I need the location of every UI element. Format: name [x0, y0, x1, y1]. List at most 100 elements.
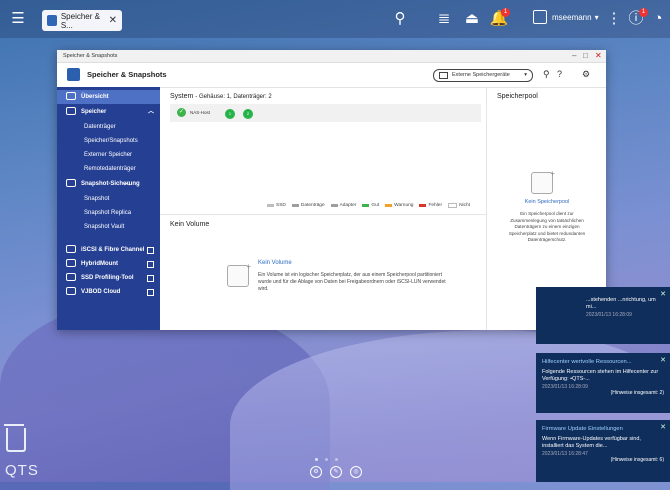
gear-icon[interactable]: ⚙: [582, 69, 590, 80]
notification-badge: 1: [501, 8, 510, 17]
sidebar-item-label: Übersicht: [81, 94, 109, 100]
user-menu[interactable]: mseemann ▾: [533, 10, 599, 24]
legend-item: Nicht: [448, 203, 470, 208]
sidebar-item-ssd-profiling[interactable]: SSD Profiling-Tool: [57, 271, 160, 285]
notification-body: Folgende Ressourcen stehen im Hilfecente…: [542, 369, 659, 382]
disk-bay[interactable]: 1: [225, 109, 235, 119]
ssd-icon: [66, 273, 76, 282]
legend-item: Gut: [362, 203, 379, 208]
legend-swatch: [362, 204, 370, 207]
external-link-icon: [147, 261, 154, 268]
globe-icon[interactable]: ◎: [350, 466, 362, 478]
legend-label: Fehler: [428, 203, 443, 208]
external-drive-icon: [439, 72, 448, 79]
page-dot[interactable]: [335, 458, 338, 461]
sidebar-item-overview[interactable]: Übersicht: [57, 90, 160, 104]
sidebar-item-label: VJBOD Cloud: [81, 289, 121, 295]
sidebar-item-snapshot[interactable]: Snapshot: [57, 192, 160, 206]
legend-swatch: [419, 204, 427, 207]
trash-icon[interactable]: [4, 424, 26, 452]
page-dot[interactable]: [315, 458, 318, 461]
close-icon[interactable]: ✕: [660, 423, 666, 431]
add-pool-icon[interactable]: +: [531, 169, 555, 194]
sidebar-item-label: SSD Profiling-Tool: [81, 275, 134, 281]
chevron-down-icon: ▾: [594, 12, 599, 22]
iscsi-icon: [66, 245, 76, 254]
chevron-down-icon: ▾: [524, 72, 527, 78]
close-icon[interactable]: ✕: [109, 15, 117, 26]
page-dot[interactable]: [325, 458, 328, 461]
sidebar-item-snapshot-vault[interactable]: Snapshot Vault: [57, 220, 160, 234]
sidebar-item-iscsi[interactable]: iSCSI & Fibre Channel: [57, 243, 160, 257]
external-storage-button[interactable]: Externe Speichergeräte ▾: [433, 69, 533, 82]
legend-swatch: [385, 204, 393, 207]
no-pool-description: Ein Speicherpool dient zur Zusammenlegun…: [508, 211, 586, 242]
sidebar: Übersicht Speicher ︿ Datenträger Speiche…: [57, 87, 160, 330]
app-tab[interactable]: Speicher & S... ✕: [42, 10, 122, 31]
notification-body: Wenn Firmware-Updates verfügbar sind, in…: [542, 436, 641, 449]
external-link-icon: [147, 289, 154, 296]
close-icon[interactable]: ✕: [595, 50, 602, 62]
legend-label: Gut: [371, 203, 380, 208]
sidebar-item-storage-snapshots[interactable]: Speicher/Snapshots: [57, 134, 160, 148]
system-subtitle: - Gehäuse: 1, Datenträger: 2: [195, 94, 272, 100]
sidebar-item-disks[interactable]: Datenträger: [57, 120, 160, 134]
external-device-icon[interactable]: ⏏: [462, 9, 482, 29]
nas-host-label: NAS-Host: [190, 110, 211, 115]
top-bar: ☰ Speicher & S... ✕ ⚲ ≣ ⏏ 🔔 1 mseemann ▾…: [0, 0, 670, 38]
help-icon[interactable]: ?: [557, 69, 562, 79]
add-volume-icon[interactable]: +: [227, 262, 251, 287]
volume-section-title: Kein Volume: [170, 221, 210, 228]
legend-swatch: [330, 204, 338, 207]
maximize-icon[interactable]: □: [583, 50, 588, 62]
notification-count: (Hinweise insgesamt: 2): [610, 390, 664, 396]
overview-icon: [66, 92, 76, 101]
legend-swatch: [448, 203, 458, 208]
dashboard-icon[interactable]: ◔: [648, 9, 668, 29]
snapshot-icon: [66, 179, 76, 188]
legend-swatch: [291, 204, 299, 207]
sidebar-item-external-storage[interactable]: Externer Speicher: [57, 148, 160, 162]
sidebar-item-snapshot-backup[interactable]: Snapshot-Sicherung ︿: [57, 177, 160, 191]
tools-icon[interactable]: ✎: [330, 466, 342, 478]
notification-time: 2023/01/13 16:28:09: [586, 312, 632, 318]
sidebar-item-hybridmount[interactable]: HybridMount: [57, 257, 160, 271]
sidebar-item-label: HybridMount: [81, 261, 118, 267]
external-link-icon: [147, 247, 154, 254]
background-tasks-icon[interactable]: ≣: [434, 9, 454, 29]
qts-logo: QTS: [5, 462, 39, 479]
legend-swatch: [267, 204, 274, 207]
main-panel: System - Gehäuse: 1, Datenträger: 2 ✓ NA…: [160, 87, 486, 330]
cloud-icon: [66, 287, 76, 296]
notification-card[interactable]: ✕ Hilfecenter wertvolle Ressourcen... Fo…: [536, 353, 670, 413]
sidebar-item-storage[interactable]: Speicher ︿: [57, 105, 160, 119]
no-pool-title: Kein Speicherpool: [524, 199, 570, 205]
sidebar-item-snapshot-replica[interactable]: Snapshot Replica: [57, 206, 160, 220]
nas-host[interactable]: ✓ NAS-Host: [177, 108, 210, 117]
pool-title: Speicherpool: [497, 93, 538, 100]
sidebar-item-vjbod-cloud[interactable]: VJBOD Cloud: [57, 285, 160, 299]
main-menu-icon[interactable]: ☰: [8, 9, 28, 29]
notification-header: Hilfecenter wertvolle Ressourcen...: [542, 359, 632, 365]
close-icon[interactable]: ✕: [660, 356, 666, 364]
search-icon[interactable]: ⚲: [390, 9, 410, 29]
notification-card[interactable]: ✕ ...stehenden ...nrichtung, um mi... 20…: [536, 287, 670, 344]
user-icon: [533, 10, 547, 24]
legend-label: Nicht: [459, 203, 470, 208]
app-tab-label: Speicher & S...: [60, 11, 100, 30]
window-titlebar[interactable]: Speicher & Snapshots – □ ✕: [57, 50, 606, 63]
settings-icon[interactable]: ⚙: [310, 466, 322, 478]
minimize-icon[interactable]: –: [572, 50, 576, 62]
storage-icon: [66, 107, 76, 116]
external-link-icon: [147, 275, 154, 282]
disk-bay[interactable]: 2: [243, 109, 253, 119]
divider: [160, 214, 486, 215]
close-icon[interactable]: ✕: [660, 290, 666, 298]
notification-card[interactable]: ✕ Firmware Update Einstellungen Wenn Fir…: [536, 420, 670, 482]
search-icon[interactable]: ⚲: [543, 69, 550, 80]
more-icon[interactable]: ⋮: [604, 9, 624, 29]
status-legend: SSD Datenträge Adapter Gut Warnung Fehler Nich…: [267, 203, 470, 208]
legend-label: Warnung: [394, 203, 414, 208]
sidebar-item-remote-disks[interactable]: Remotedatenträger: [57, 162, 160, 176]
username: mseemann: [552, 12, 592, 22]
